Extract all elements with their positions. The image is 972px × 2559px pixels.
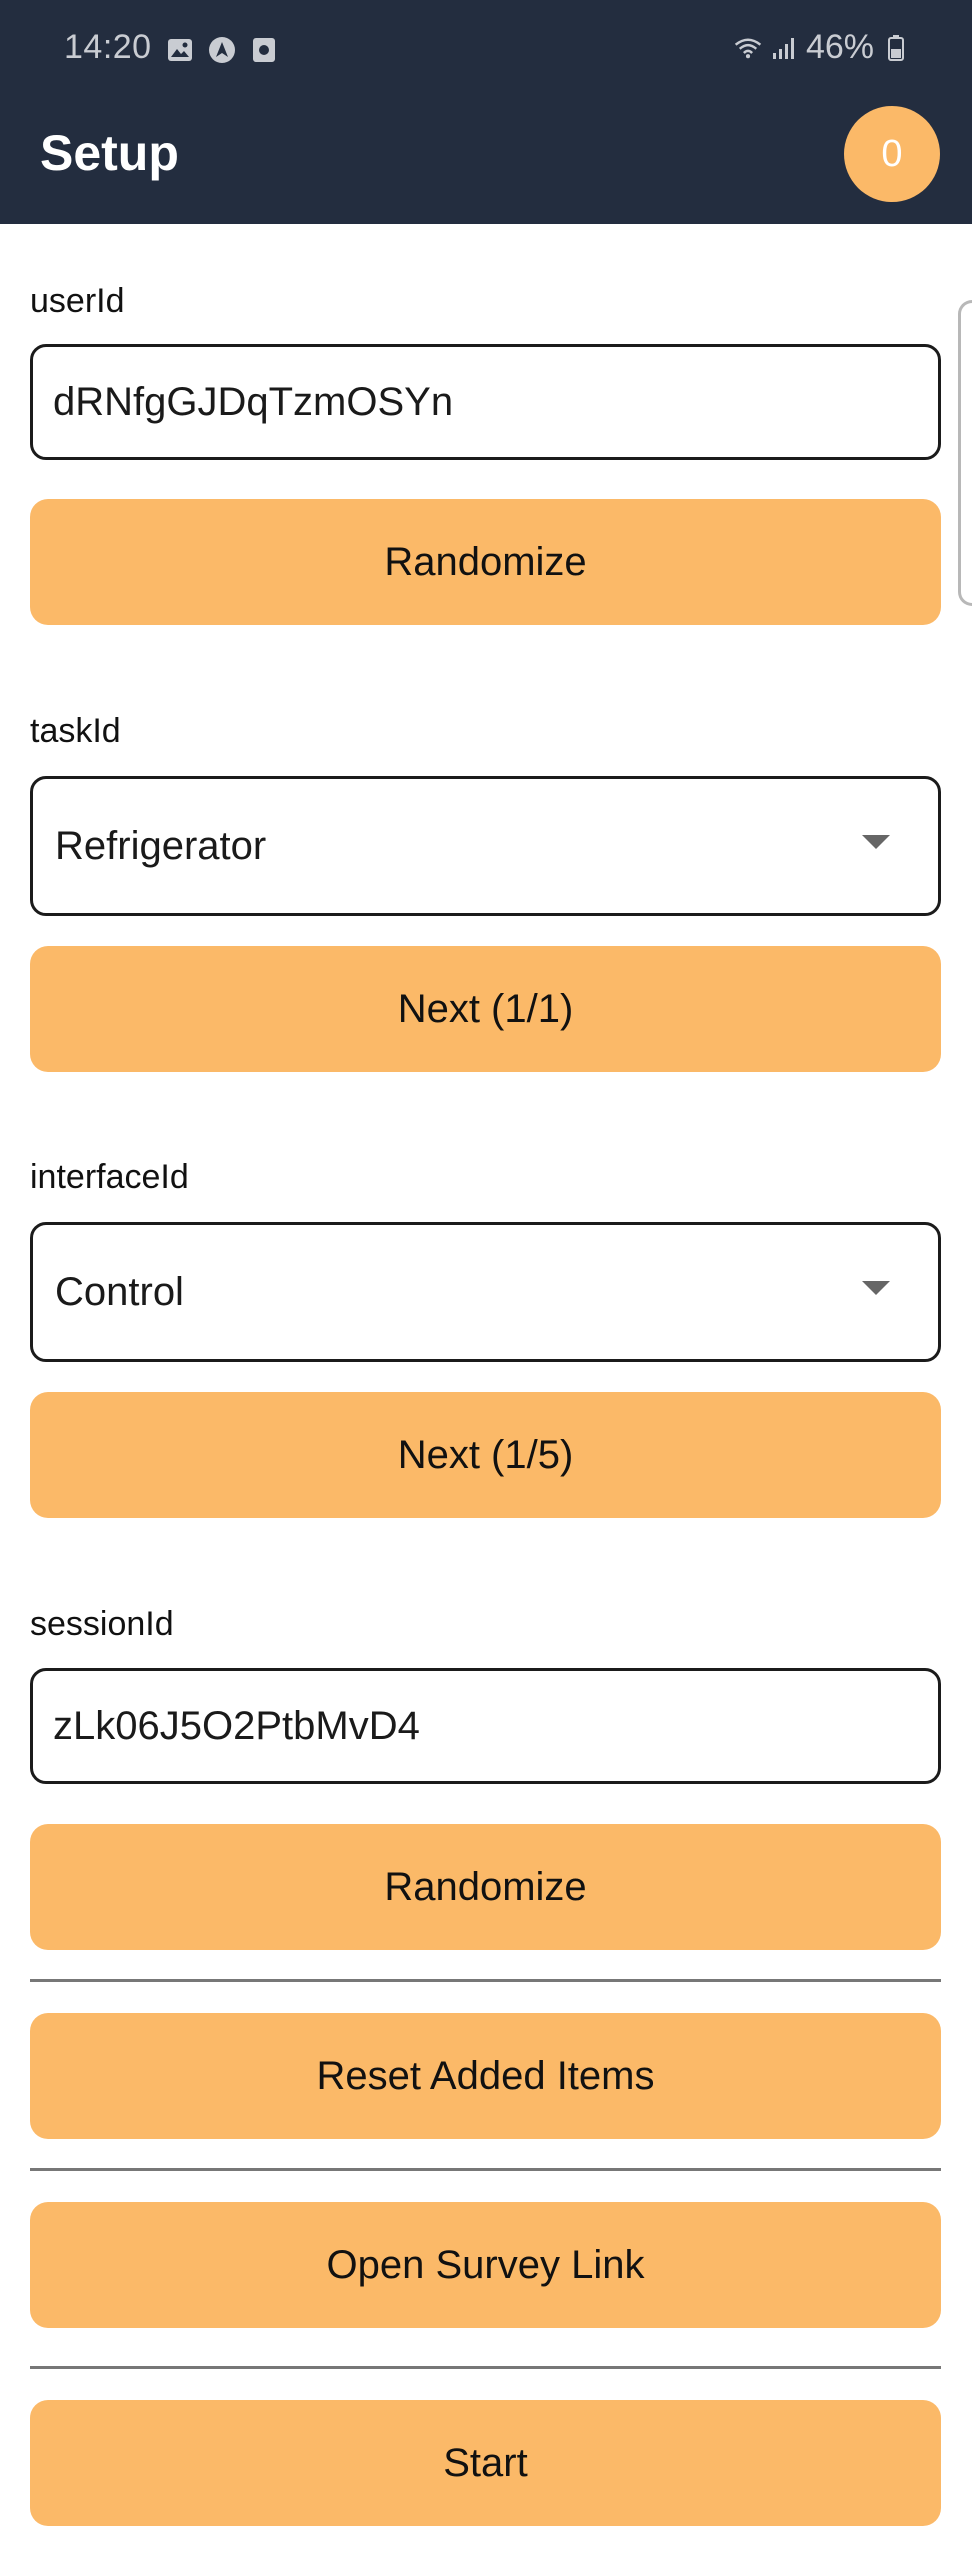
divider xyxy=(30,2168,941,2171)
gallery-icon xyxy=(166,36,194,64)
signal-icon xyxy=(770,34,798,62)
user-id-input[interactable]: dRNfgGJDqTzmOSYn xyxy=(30,344,941,460)
status-bar: 14:20 46% xyxy=(0,0,972,104)
interface-select[interactable]: Control xyxy=(30,1222,941,1362)
start-button[interactable]: Start xyxy=(30,2400,941,2526)
task-select-value: Refrigerator xyxy=(55,823,267,868)
items-count-badge[interactable]: 0 xyxy=(844,106,940,202)
task-id-label: taskId xyxy=(30,712,121,750)
app-header: 14:20 46% Setup 0 xyxy=(0,0,972,224)
interface-select-value: Control xyxy=(55,1269,184,1314)
next-task-button[interactable]: Next (1/1) xyxy=(30,946,941,1072)
dropdown-caret-icon xyxy=(862,1281,890,1295)
reset-added-items-button[interactable]: Reset Added Items xyxy=(30,2013,941,2139)
side-panel-handle[interactable] xyxy=(958,300,972,606)
next-interface-button[interactable]: Next (1/5) xyxy=(30,1392,941,1518)
task-select[interactable]: Refrigerator xyxy=(30,776,941,916)
interface-id-label: interfaceId xyxy=(30,1158,189,1196)
randomize-user-button[interactable]: Randomize xyxy=(30,499,941,625)
battery-percent: 46% xyxy=(805,28,874,66)
system-status: 46% xyxy=(734,28,910,67)
dropdown-caret-icon xyxy=(862,835,890,849)
divider xyxy=(30,1979,941,1982)
open-survey-link-button[interactable]: Open Survey Link xyxy=(30,2202,941,2328)
wifi-icon xyxy=(734,34,762,62)
battery-icon xyxy=(882,34,910,62)
session-id-label: sessionId xyxy=(30,1605,174,1643)
navigation-icon xyxy=(208,36,236,64)
status-time: 14:20 xyxy=(64,28,152,66)
user-id-label: userId xyxy=(30,282,125,320)
randomize-session-button[interactable]: Randomize xyxy=(30,1824,941,1950)
screen-record-icon xyxy=(250,36,278,64)
divider xyxy=(30,2366,941,2369)
notification-icons xyxy=(166,36,278,64)
session-id-input[interactable]: zLk06J5O2PtbMvD4 xyxy=(30,1668,941,1784)
page-title: Setup xyxy=(40,125,179,181)
